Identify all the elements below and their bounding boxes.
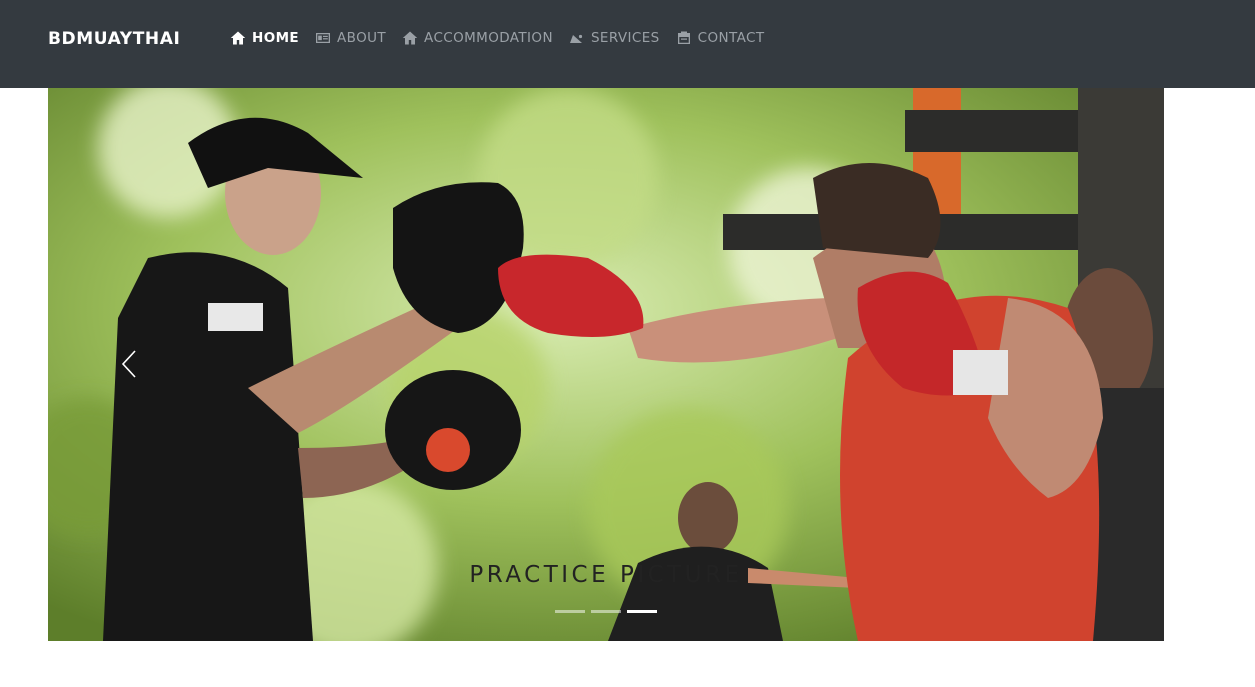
home-icon xyxy=(402,31,418,45)
hero-carousel: PRACTICE PICTURE xyxy=(48,88,1164,641)
nav-item-label: ABOUT xyxy=(337,30,387,46)
carousel-indicator[interactable] xyxy=(591,610,621,613)
carousel-indicator[interactable] xyxy=(555,610,585,613)
main-nav: HOME ABOUT ACCOMMODATION SERVICES CONTAC… xyxy=(230,30,764,46)
home-icon xyxy=(230,31,246,45)
nav-item-home[interactable]: HOME xyxy=(230,30,299,46)
brand-logo[interactable]: BDMUAYTHAI xyxy=(48,29,180,49)
envelope-icon xyxy=(677,31,690,44)
top-navbar: BDMUAYTHAI HOME ABOUT ACCOMMODATION SERV… xyxy=(0,0,1255,88)
chevron-left-icon xyxy=(121,350,136,378)
nav-item-services[interactable]: SERVICES xyxy=(569,30,660,46)
slide-caption: PRACTICE PICTURE xyxy=(469,562,743,588)
nav-item-accommodation[interactable]: ACCOMMODATION xyxy=(402,30,553,46)
bed-icon xyxy=(569,34,583,43)
nav-item-label: ACCOMMODATION xyxy=(424,30,553,46)
carousel-prev-button[interactable] xyxy=(114,346,144,382)
carousel-indicator[interactable] xyxy=(627,610,657,613)
id-card-icon xyxy=(316,33,331,43)
carousel-indicators xyxy=(48,610,1164,613)
nav-item-about[interactable]: ABOUT xyxy=(315,30,386,46)
nav-item-contact[interactable]: CONTACT xyxy=(676,30,765,46)
slide-photo-boxing-practice xyxy=(48,88,1164,641)
nav-item-label: CONTACT xyxy=(697,30,765,46)
nav-item-label: SERVICES xyxy=(590,30,660,46)
nav-item-label: HOME xyxy=(252,30,300,46)
